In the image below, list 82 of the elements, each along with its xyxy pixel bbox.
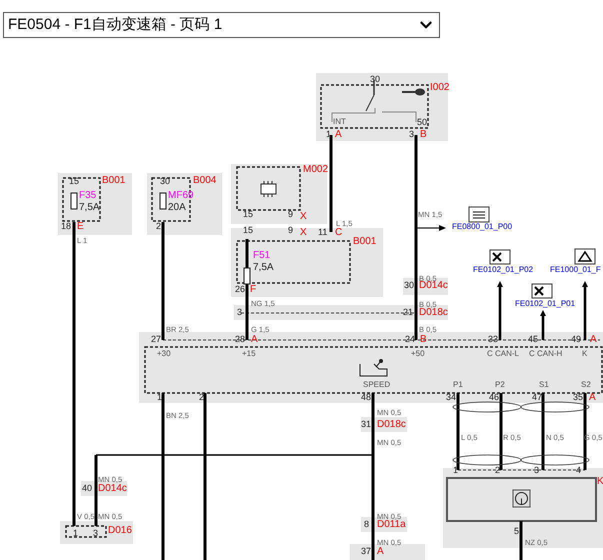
fuse-rating: 7,5A [79, 203, 100, 213]
pin-number: 15 [243, 210, 254, 219]
connector-label: X [300, 212, 307, 222]
signal-label: K [582, 350, 588, 358]
connector-label: X [300, 228, 307, 238]
pin-number: 21 [403, 308, 414, 317]
pin-number: 9 [288, 226, 294, 235]
connector-label: D011a [377, 520, 406, 530]
pin-number: 2 [495, 466, 500, 475]
pin-number: 35 [573, 393, 584, 402]
signal-label: S1 [539, 381, 549, 389]
pin-number: 50 [417, 118, 428, 127]
connector-label: E [77, 222, 84, 232]
page-selector[interactable]: FE0504 - F1自动变速箱 - 页码 1 [3, 12, 440, 38]
pin-number: 3 [93, 529, 98, 538]
connector-label: B [420, 335, 427, 345]
reference-link[interactable]: FE0102_01_P02 [473, 266, 534, 274]
signal-label: +30 [157, 350, 171, 358]
reference-link[interactable]: FE0102_01_P01 [515, 300, 576, 308]
fuse-label: F51 [253, 251, 270, 261]
pin-number: 31 [361, 420, 372, 429]
signal-label: P2 [495, 381, 505, 389]
pin-number: 15 [243, 226, 254, 235]
signal-label: +15 [242, 350, 256, 358]
pin-number: 8 [364, 520, 370, 529]
signal-label: P1 [453, 381, 463, 389]
pin-number: 1 [73, 529, 78, 538]
pin-number: 1 [326, 130, 332, 139]
pin-number: 30 [370, 75, 380, 84]
pin-number: 48 [361, 393, 372, 402]
pin-number: 28 [235, 335, 246, 344]
pin-number: 26 [235, 285, 246, 294]
signal-label: C CAN-L [487, 350, 520, 358]
pin-number: 9 [288, 210, 294, 219]
connector-label: B [420, 130, 427, 140]
signal-label: +50 [411, 350, 425, 358]
connector-label: B001 [102, 176, 126, 186]
connector-label: B004 [193, 176, 216, 186]
pin-number: 37 [361, 547, 372, 556]
connector-label: D018c [419, 308, 448, 318]
pin-number: 27 [151, 335, 162, 344]
connector-label: D014c [419, 281, 448, 291]
reference-link[interactable]: FE1000_01_F [550, 266, 601, 274]
pin-number: 49 [571, 335, 582, 344]
pin-number: 1 [157, 393, 162, 402]
fuse-rating: 20A [168, 203, 186, 213]
connector-label: A [377, 547, 384, 557]
pin-number: 47 [532, 393, 542, 402]
connector-label: A [251, 335, 258, 345]
pin-number: 46 [489, 393, 500, 402]
signal-label: S2 [581, 381, 591, 389]
connector-label: A [335, 130, 342, 140]
pin-number: 3 [534, 466, 540, 475]
connector-label: B001 [353, 237, 376, 247]
signal-label: SPEED [363, 381, 390, 389]
fuse-label: MF69 [168, 191, 194, 201]
connector-label: D018c [377, 420, 406, 430]
connector-label: M002 [303, 165, 328, 175]
pin-number: 3 [409, 130, 414, 139]
pin-number: 18 [61, 222, 72, 231]
pin-number: 2 [156, 222, 162, 231]
connector-label: C [335, 228, 342, 238]
pin-number: 3 [237, 308, 242, 317]
pin-number: 5 [514, 527, 520, 536]
pin-number: 11 [318, 228, 328, 237]
reference-link[interactable]: FE0800_01_P00 [452, 223, 512, 231]
fuse-label: F35 [79, 191, 96, 201]
connector-label: D014c [98, 484, 127, 494]
connector-label: I002 [430, 83, 450, 93]
pin-number: 34 [446, 393, 456, 402]
signal-label: C CAN-H [529, 350, 562, 358]
pin-number: 24 [405, 335, 416, 344]
pin-number: 40 [82, 484, 92, 493]
pin-number: 2 [199, 393, 204, 402]
pin-number: 33 [488, 335, 498, 344]
pin-number: 30 [404, 281, 414, 290]
connector-label: A [589, 393, 596, 403]
pin-number: 1 [453, 466, 458, 475]
connector-label: F [250, 285, 256, 295]
connector-label: D016 [108, 526, 132, 536]
fuse-rating: 7,5A [253, 263, 274, 273]
signal-label: INT [333, 118, 346, 126]
